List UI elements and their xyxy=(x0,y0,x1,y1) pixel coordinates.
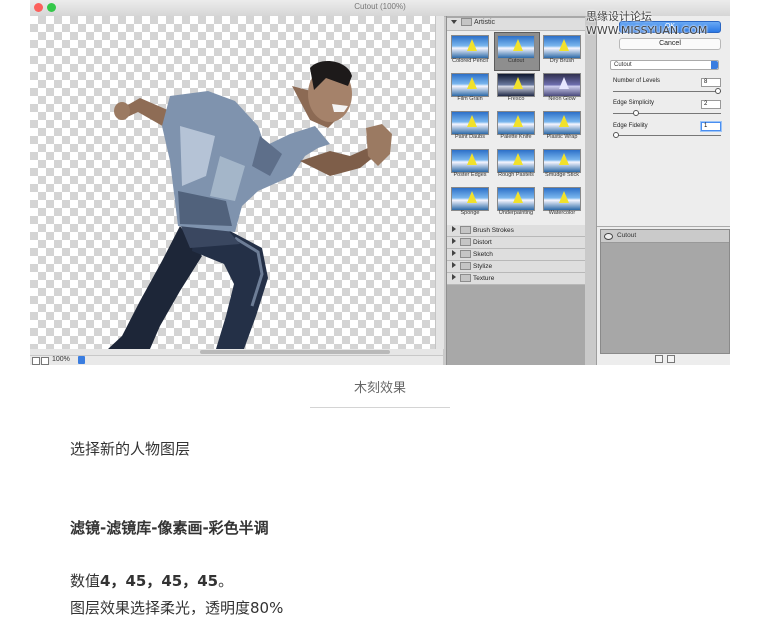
values-numbers: 4，45，45，45 xyxy=(100,572,219,590)
thumb-sponge[interactable] xyxy=(451,187,489,211)
edge-fidelity-slider[interactable] xyxy=(613,132,721,138)
thumb-label: Neon Glow xyxy=(548,96,576,102)
effect-layers-list: Cutout xyxy=(600,229,730,354)
folder-icon xyxy=(461,18,472,26)
thumb-label: Palette Knife xyxy=(500,134,532,140)
thumb-palette-knife[interactable] xyxy=(497,111,535,135)
folder-icon xyxy=(460,262,471,271)
filter-gallery-panel: Artistic Colored Pencil Cutout Dry Brush… xyxy=(446,16,585,365)
step-text-3: 数值4，45，45，45。 xyxy=(70,570,233,591)
site-watermark: 思缘设计论坛 WWW.MISSYUAN.COM xyxy=(586,10,708,37)
category-label: Texture xyxy=(473,275,495,282)
eye-icon[interactable] xyxy=(604,233,613,240)
filter-select-value: Cutout xyxy=(614,62,632,68)
thumb-label: Smudge Stick xyxy=(545,172,579,178)
levels-field[interactable]: 8 xyxy=(701,78,721,87)
thumb-label: Poster Edges xyxy=(453,172,487,178)
values-suffix: 。 xyxy=(218,572,234,590)
zoom-in-icon[interactable] xyxy=(41,357,49,365)
thumb-underpainting[interactable] xyxy=(497,187,535,211)
thumb-cutout[interactable] xyxy=(497,35,535,59)
dropdown-arrow-icon xyxy=(711,61,718,69)
folder-icon xyxy=(460,226,471,235)
thumb-dry-brush[interactable] xyxy=(543,35,581,59)
thumb-smudge-stick[interactable] xyxy=(543,149,581,173)
thumb-colored-pencil[interactable] xyxy=(451,35,489,59)
thumb-paint-daubs[interactable] xyxy=(451,111,489,135)
filter-select[interactable]: Cutout xyxy=(610,60,719,70)
thumb-label: Film Grain xyxy=(457,96,483,102)
step-text-4: 图层效果选择柔光，透明度80% xyxy=(70,599,284,617)
thumb-label: Fresco xyxy=(507,96,525,102)
category-label: Brush Strokes xyxy=(473,227,514,234)
thumb-fresco[interactable] xyxy=(497,73,535,97)
category-label: Distort xyxy=(473,239,492,246)
thumb-label: Dry Brush xyxy=(549,58,575,64)
thumb-label: Watercolor xyxy=(548,210,576,216)
folder-icon xyxy=(460,250,471,259)
category-distort[interactable]: Distort xyxy=(447,237,585,249)
category-artistic[interactable]: Artistic xyxy=(447,18,585,31)
folder-icon xyxy=(460,238,471,247)
thumb-label: Underpainting xyxy=(498,210,534,216)
slider-knob[interactable] xyxy=(715,88,721,94)
zoom-out-icon[interactable] xyxy=(32,357,40,365)
slider-knob[interactable] xyxy=(633,110,639,116)
caption-divider xyxy=(310,407,450,408)
category-label: Stylize xyxy=(473,263,493,270)
preview-canvas[interactable] xyxy=(30,16,435,349)
category-sketch[interactable]: Sketch xyxy=(447,249,585,261)
edge-fidelity-field[interactable]: 1 xyxy=(701,122,721,131)
trash-icon[interactable] xyxy=(667,355,675,363)
category-stylize[interactable]: Stylize xyxy=(447,261,585,273)
levels-slider[interactable] xyxy=(613,88,721,94)
thumb-label: Plastic Wrap xyxy=(546,134,578,140)
zoom-dropdown-button[interactable] xyxy=(78,356,85,364)
values-prefix: 数值 xyxy=(70,572,101,590)
effect-layer-name: Cutout xyxy=(617,232,637,239)
edge-simplicity-field[interactable]: 2 xyxy=(701,100,721,109)
scrollbar-thumb[interactable] xyxy=(200,350,390,354)
step-text-2: 滤镜-滤镜库-像素画-彩色半调 xyxy=(70,519,269,537)
thumbnail-grid: Colored Pencil Cutout Dry Brush Film Gra… xyxy=(447,31,585,229)
thumb-label: Cutout xyxy=(507,58,525,64)
thumb-label: Sponge xyxy=(460,210,480,216)
zoom-level: 100% xyxy=(52,356,70,363)
category-label: Sketch xyxy=(473,251,493,258)
chevron-down-icon xyxy=(451,20,457,24)
thumb-rough-pastels[interactable] xyxy=(497,149,535,173)
cancel-button[interactable]: Cancel xyxy=(619,38,721,50)
thumb-label: Paint Daubs xyxy=(455,134,485,140)
status-bar: 100% xyxy=(30,355,443,365)
folder-icon xyxy=(460,274,471,283)
filter-settings-panel: OK Cancel Cutout Number of Levels 8 Edge… xyxy=(596,16,730,365)
levels-label: Number of Levels xyxy=(613,78,661,84)
category-label: Artistic xyxy=(474,18,495,26)
thumb-label: Colored Pencil xyxy=(452,58,488,64)
effect-layer-row[interactable]: Cutout xyxy=(601,230,729,243)
thumb-neon-glow[interactable] xyxy=(543,73,581,97)
edge-fidelity-label: Edge Fidelity xyxy=(613,123,648,129)
thumb-poster-edges[interactable] xyxy=(451,149,489,173)
thumb-watercolor[interactable] xyxy=(543,187,581,211)
thumb-plastic-wrap[interactable] xyxy=(543,111,581,135)
effect-layers-panel: Cutout xyxy=(597,226,730,365)
new-effect-layer-icon[interactable] xyxy=(655,355,663,363)
category-brush-strokes[interactable]: Brush Strokes xyxy=(447,225,585,237)
runner-image xyxy=(108,61,392,349)
filter-gallery-screenshot: Cutout (100%) 100% Artistic Colored Penc… xyxy=(30,0,730,365)
image-caption: 木刻效果 xyxy=(353,381,406,396)
step-text-1: 选择新的人物图层 xyxy=(70,440,191,458)
edge-simplicity-slider[interactable] xyxy=(613,110,721,116)
thumb-film-grain[interactable] xyxy=(451,73,489,97)
preview-vertical-scrollbar[interactable] xyxy=(435,16,444,349)
edge-simplicity-label: Edge Simplicity xyxy=(613,100,655,106)
slider-knob[interactable] xyxy=(613,132,619,138)
category-texture[interactable]: Texture xyxy=(447,273,585,285)
thumb-label: Rough Pastels xyxy=(498,172,534,178)
